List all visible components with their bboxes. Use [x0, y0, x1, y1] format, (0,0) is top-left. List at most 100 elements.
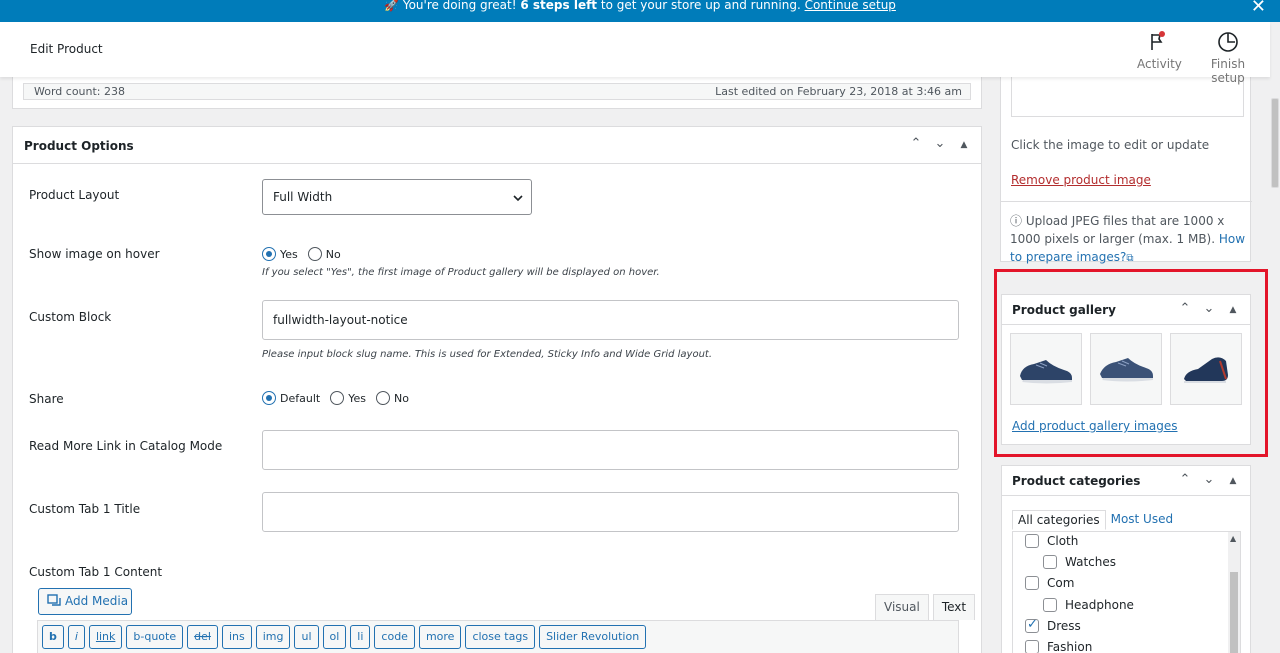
move-down-icon[interactable]: ⌄	[1202, 301, 1216, 319]
move-down-icon[interactable]: ⌄	[1202, 472, 1216, 490]
gallery-thumbnail[interactable]	[1170, 333, 1242, 405]
checkbox	[1025, 534, 1039, 548]
word-count: Word count: 238	[34, 85, 126, 98]
gallery-thumbnail[interactable]	[1090, 333, 1162, 405]
main-content: Word count: 238 Last edited on February …	[0, 0, 1000, 653]
upload-note: ⓘ Upload JPEG files that are 1000 x 1000…	[1010, 214, 1246, 264]
tab-all-categories[interactable]: All categories	[1012, 510, 1106, 530]
product-categories-header: Product categories ⌃ ⌄ ▲	[1002, 466, 1250, 496]
quicktag-b-button[interactable]: b	[42, 625, 64, 649]
quicktags-buttons: b i link b-quote del ins img ul ol li code more clos…	[42, 625, 647, 649]
quicktag-ol-button[interactable]: ol	[322, 625, 347, 649]
media-icon	[47, 589, 61, 614]
checkbox	[1025, 576, 1039, 590]
custom-tab-title-input[interactable]	[262, 492, 959, 532]
quicktag-slider-revolution-button[interactable]: Slider Revolution	[539, 625, 647, 649]
product-gallery-header: Product gallery ⌃ ⌄ ▲	[1002, 295, 1250, 325]
quicktag-code-button[interactable]: code	[374, 625, 415, 649]
radio-share-yes[interactable]: Yes	[330, 391, 366, 405]
quicktags-toolbar: b i link b-quote del ins img ul ol li code more clos…	[37, 620, 959, 653]
quicktag-close-tags-button[interactable]: close tags	[465, 625, 536, 649]
category-item-dress[interactable]: Dress	[1025, 617, 1081, 633]
chevron-down-icon	[513, 180, 523, 214]
click-image-hint: Click the image to edit or update	[1011, 138, 1210, 152]
last-edited: Last edited on February 23, 2018 at 3:46…	[715, 85, 962, 98]
page-header: Edit Product Activity Finish setup	[0, 22, 1270, 85]
product-options-title: Product Options	[24, 139, 134, 153]
move-up-icon[interactable]: ⌃	[909, 136, 923, 154]
add-gallery-images-link[interactable]: Add product gallery images	[1012, 419, 1178, 433]
finish-setup-button[interactable]: Finish setup	[1196, 30, 1260, 85]
product-gallery-box: Product gallery ⌃ ⌄ ▲ Add product galler…	[1001, 294, 1251, 445]
move-up-icon[interactable]: ⌃	[1178, 472, 1192, 490]
checkbox	[1025, 640, 1039, 653]
radio-share-no[interactable]: No	[375, 391, 409, 405]
shoe-image	[1020, 360, 1072, 384]
custom-tab-content-label: Custom Tab 1 Content	[29, 565, 163, 579]
page-scrollbar[interactable]	[1270, 22, 1280, 653]
read-more-link-input[interactable]	[262, 430, 959, 470]
remove-product-image-link[interactable]: Remove product image	[1011, 173, 1151, 187]
category-item-headphone[interactable]: Headphone	[1043, 598, 1134, 612]
tab-text[interactable]: Text	[932, 594, 976, 620]
quicktag-del-button[interactable]: del	[187, 625, 218, 649]
activity-button[interactable]: Activity	[1137, 30, 1182, 71]
quicktag-b-quote-button[interactable]: b-quote	[126, 625, 184, 649]
tab-most-used[interactable]: Most Used	[1106, 510, 1179, 530]
product-options-box: Product Options ⌃ ⌄ ▲ Product Layout Ful…	[12, 126, 982, 653]
box-controls: ⌃ ⌄ ▲	[1178, 301, 1240, 319]
radio-hover-no[interactable]: No	[307, 247, 341, 261]
scroll-up-icon[interactable]: ▲	[1230, 534, 1236, 543]
category-item-watches[interactable]: Watches	[1043, 555, 1116, 569]
quicktag-li-button[interactable]: li	[350, 625, 371, 649]
editor-status-bar: Word count: 238 Last edited on February …	[23, 83, 971, 100]
category-tabs: All categories Most Used	[1012, 510, 1178, 530]
quicktag-link-button[interactable]: link	[88, 625, 123, 649]
collapse-icon[interactable]: ▲	[1226, 472, 1240, 490]
collapse-icon[interactable]: ▲	[1226, 301, 1240, 319]
move-up-icon[interactable]: ⌃	[1178, 301, 1192, 319]
category-checklist: Cloth Watches Com Headphone Dress Fashio…	[1012, 531, 1241, 653]
gallery-thumbnails	[1010, 333, 1242, 405]
custom-tab-title-label: Custom Tab 1 Title	[29, 502, 141, 516]
custom-block-label: Custom Block	[29, 310, 112, 324]
show-image-hover-options: Yes No	[262, 247, 351, 261]
custom-block-help-text: Please input block slug name. This is us…	[262, 349, 713, 360]
quicktag-ins-button[interactable]: ins	[221, 625, 252, 649]
info-icon: ⓘ	[1010, 214, 1023, 228]
move-down-icon[interactable]: ⌄	[933, 136, 947, 154]
category-item-fashion[interactable]: Fashion	[1025, 640, 1092, 653]
add-media-button[interactable]: Add Media	[38, 588, 132, 615]
radio-share-default[interactable]: Default	[262, 391, 320, 405]
read-more-link-label: Read More Link in Catalog Mode	[29, 439, 223, 453]
quicktag-ul-button[interactable]: ul	[294, 625, 319, 649]
quicktag-more-button[interactable]: more	[418, 625, 462, 649]
checkbox	[1043, 555, 1057, 569]
product-categories-title: Product categories	[1012, 474, 1141, 488]
hover-help-text: If you select "Yes", the first image of …	[262, 267, 660, 278]
shoe-image	[1184, 357, 1228, 383]
box-controls: ⌃ ⌄ ▲	[1178, 472, 1240, 490]
product-gallery-title: Product gallery	[1012, 303, 1116, 317]
quicktag-img-button[interactable]: img	[255, 625, 291, 649]
category-scrollbar[interactable]: ▲	[1228, 532, 1240, 653]
category-item-cloth[interactable]: Cloth	[1025, 534, 1078, 548]
checkbox	[1043, 598, 1057, 612]
tab-visual[interactable]: Visual	[875, 594, 929, 620]
progress-ring-icon	[1196, 30, 1260, 54]
product-layout-select[interactable]: Full Width	[262, 179, 532, 215]
page-title: Edit Product	[30, 42, 103, 56]
quicktag-i-button[interactable]: i	[67, 625, 85, 649]
category-item-com[interactable]: Com	[1025, 576, 1074, 590]
product-options-header: Product Options ⌃ ⌄ ▲	[13, 127, 981, 164]
collapse-icon[interactable]: ▲	[957, 136, 971, 154]
custom-block-input[interactable]: fullwidth-layout-notice	[262, 300, 959, 340]
page-scrollbar-thumb[interactable]	[1271, 98, 1279, 188]
close-icon[interactable]: ✕	[1251, 0, 1266, 16]
flag-icon	[1137, 30, 1177, 54]
checkbox-checked	[1025, 617, 1039, 633]
gallery-thumbnail[interactable]	[1010, 333, 1082, 405]
radio-hover-yes[interactable]: Yes	[262, 247, 298, 261]
product-layout-label: Product Layout	[29, 188, 120, 202]
editor-mode-tabs: Visual Text	[871, 594, 976, 620]
